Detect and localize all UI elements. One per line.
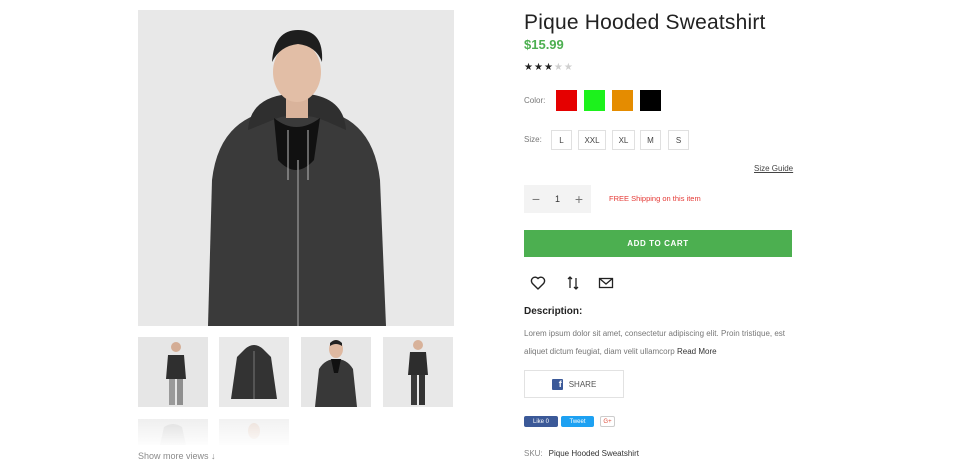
share-button[interactable]: f SHARE [524,370,624,398]
size-option-m[interactable]: M [640,130,661,150]
quantity-increase-button[interactable]: + [573,191,585,207]
share-label: SHARE [568,379,597,389]
size-guide-link[interactable]: Size Guide [754,164,793,173]
mail-icon[interactable] [598,275,614,291]
color-swatch-red[interactable] [556,90,577,111]
heart-icon[interactable] [530,275,546,291]
like-label: Like 0 [532,418,549,425]
size-option-xl[interactable]: XL [612,130,635,150]
thumbnail-model-front-image [301,337,371,407]
product-price: $15.99 [524,37,564,52]
sku-value: Pique Hooded Sweatshirt [548,449,639,458]
size-option-l[interactable]: L [551,130,572,150]
quantity-decrease-button[interactable]: − [530,191,542,207]
show-more-views-link[interactable]: Show more views ↓ [138,451,216,461]
add-to-cart-button[interactable]: ADD TO CART [524,230,792,257]
description-text: Lorem ipsum dolor sit amet, consectetur … [524,325,794,361]
sku-label: SKU: [524,449,543,458]
thumbnail-4[interactable] [383,337,453,407]
google-plus-button[interactable]: G+ [600,416,615,427]
description-body: Lorem ipsum dolor sit amet, consectetur … [524,329,786,356]
star-icon: ★ [524,62,534,73]
color-swatch-orange[interactable] [612,90,633,111]
star-empty-icon: ★ [563,62,574,73]
compare-icon[interactable] [565,275,581,291]
thumbnail-fade-overlay [130,415,460,447]
thumbnail-model-full-image [383,337,453,407]
thumbnail-hoodie-flat-image [219,337,289,407]
description-heading: Description: [524,306,583,317]
twitter-tweet-button[interactable]: Tweet [561,416,594,427]
star-empty-icon: ★ [553,62,564,73]
thumbnail-model-side-image [138,337,208,407]
read-more-link[interactable]: Read More [677,347,717,356]
quantity-value[interactable]: 1 [555,194,560,204]
thumbnail-3[interactable] [301,337,371,407]
facebook-like-button[interactable]: Like 0 [524,416,558,427]
size-option-s[interactable]: S [668,130,689,150]
product-title: Pique Hooded Sweatshirt [524,11,766,34]
sku-row: SKU: Pique Hooded Sweatshirt [524,449,639,458]
star-rating: ★★★★★ [524,62,574,73]
free-shipping-note: FREE Shipping on this item [609,194,701,203]
star-icon: ★ [533,62,544,73]
color-label: Color: [524,96,546,105]
size-label: Size: [524,135,542,144]
thumbnail-2[interactable] [219,337,289,407]
tweet-label: Tweet [569,418,586,425]
main-product-image[interactable] [138,10,454,326]
quantity-stepper: − 1 + [524,185,591,213]
gplus-label: G+ [603,418,612,425]
facebook-icon: f [551,378,563,390]
model-in-hoodie-image [138,10,454,326]
star-icon: ★ [543,62,554,73]
color-swatch-black[interactable] [640,90,661,111]
size-option-xxl[interactable]: XXL [578,130,606,150]
color-swatch-green[interactable] [584,90,605,111]
thumbnail-1[interactable] [138,337,208,407]
